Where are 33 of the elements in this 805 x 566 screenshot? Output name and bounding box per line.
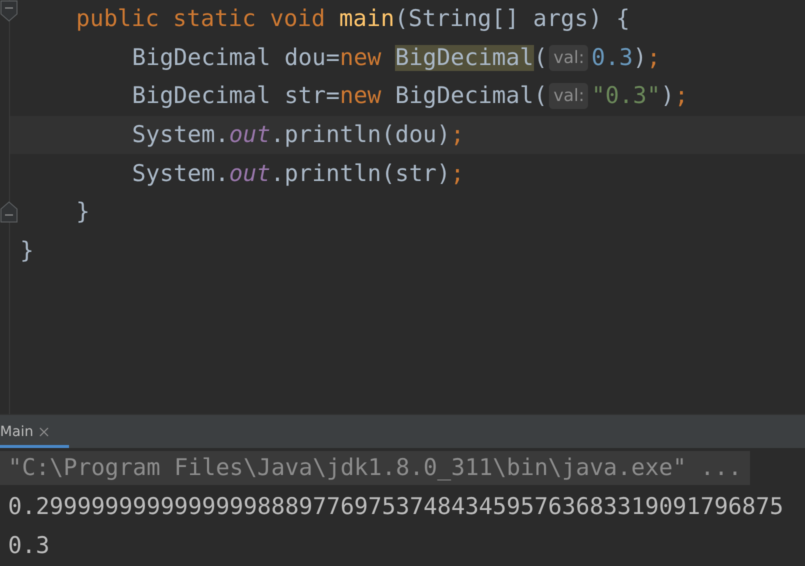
close-icon[interactable] bbox=[39, 426, 50, 436]
code-token: BigDecimal str= bbox=[132, 83, 340, 110]
code-token: BigDecimal( bbox=[395, 83, 548, 110]
code-token: out bbox=[228, 160, 270, 187]
fold-marker-icon[interactable] bbox=[0, 0, 18, 22]
code-token: 0.3 bbox=[591, 44, 633, 71]
code-token: } bbox=[20, 238, 34, 264]
code-token: public static void bbox=[76, 6, 326, 32]
code-token: new bbox=[340, 44, 382, 71]
code-token: ; bbox=[450, 122, 464, 148]
code-token: ; bbox=[646, 44, 661, 71]
code-token: BigDecimal dou= bbox=[132, 44, 340, 71]
code-token: ; bbox=[450, 160, 464, 187]
fold-marker-icon[interactable] bbox=[0, 200, 18, 223]
code-token: System. bbox=[132, 160, 229, 187]
code-token: main bbox=[339, 6, 394, 32]
code-token: ( bbox=[534, 44, 548, 71]
code-token: ) bbox=[632, 44, 647, 71]
code-token: BigDecimal bbox=[395, 44, 534, 71]
code-token: ) bbox=[660, 83, 674, 110]
code-token: out bbox=[228, 122, 270, 148]
code-token: ; bbox=[674, 83, 688, 110]
parameter-hint: val: bbox=[549, 44, 588, 71]
code-token: new bbox=[340, 83, 382, 110]
parameter-hint: val: bbox=[549, 83, 588, 110]
code-token: .println(str) bbox=[270, 160, 450, 187]
code-token: (String[] args) { bbox=[394, 6, 630, 32]
code-token: System. bbox=[132, 122, 229, 148]
console-output: 0.299999999999999988897769753748434595763683319091796875 bbox=[7, 492, 784, 522]
code-token: } bbox=[76, 199, 90, 226]
console-output: 0.3 bbox=[7, 532, 51, 560]
code-token: "0.3" bbox=[591, 83, 661, 110]
code-token: .println(dou) bbox=[270, 122, 450, 148]
